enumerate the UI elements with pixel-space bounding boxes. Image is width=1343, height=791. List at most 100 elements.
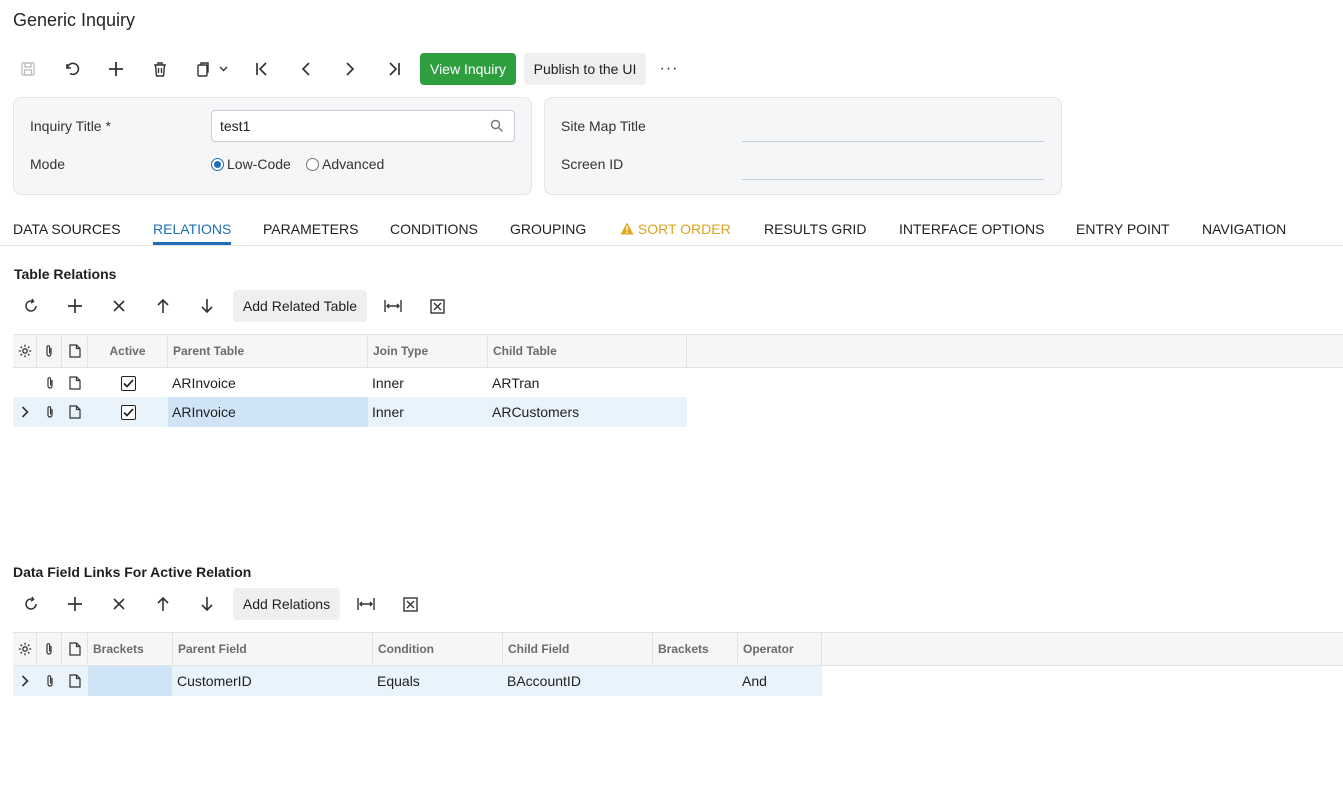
attachment-icon[interactable] [37,397,62,427]
column-child-table[interactable]: Child Table [488,335,687,367]
child-table-cell[interactable]: ARTran [488,368,687,398]
required-mark: * [105,118,111,134]
active-checkbox[interactable] [88,368,168,398]
brackets-open-cell[interactable] [88,666,172,696]
refresh-icon[interactable] [17,590,45,618]
column-brackets-close[interactable]: Brackets [653,633,738,665]
move-up-icon[interactable] [149,292,177,320]
tab-grouping[interactable]: GROUPING [510,221,586,237]
attachment-icon[interactable] [37,368,62,398]
column-parent-table[interactable]: Parent Table [168,335,368,367]
active-checkbox[interactable] [88,397,168,427]
more-actions-icon[interactable]: ··· [655,55,683,83]
site-map-title-input[interactable] [742,141,1044,142]
condition-cell[interactable]: Equals [373,666,503,696]
join-type-cell[interactable]: Inner [368,397,488,427]
move-down-icon[interactable] [193,292,221,320]
tab-parameters[interactable]: PARAMETERS [263,221,358,237]
field-links-title: Data Field Links For Active Relation [13,564,252,580]
add-row-icon[interactable] [61,292,89,320]
expand-row-icon[interactable] [13,666,37,696]
site-map-panel [544,97,1062,195]
tab-navigation[interactable]: NAVIGATION [1202,221,1286,237]
column-active[interactable]: Active [88,335,168,367]
tab-interface-options[interactable]: INTERFACE OPTIONS [899,221,1044,237]
export-excel-icon[interactable] [423,292,451,320]
column-condition[interactable]: Condition [373,633,503,665]
move-up-icon[interactable] [149,590,177,618]
table-row[interactable]: ARInvoice Inner ARCustomers [13,397,687,427]
publish-to-ui-button[interactable]: Publish to the UI [524,53,646,85]
next-record-icon[interactable] [336,55,364,83]
delete-row-icon[interactable] [105,590,133,618]
move-down-icon[interactable] [193,590,221,618]
previous-record-icon[interactable] [292,55,320,83]
table-relations-title: Table Relations [14,266,117,282]
column-brackets-open[interactable]: Brackets [88,633,173,665]
grid-settings-icon[interactable] [13,633,37,665]
attachment-icon[interactable] [37,666,62,696]
mode-advanced-label: Advanced [322,156,385,172]
parent-table-cell[interactable]: ARInvoice [168,368,368,398]
checkmark-icon [120,404,136,420]
table-row[interactable]: CustomerID Equals BAccountID And [13,666,822,696]
note-icon[interactable] [62,368,88,398]
tab-conditions[interactable]: CONDITIONS [390,221,478,237]
grid-settings-icon[interactable] [13,335,37,367]
fit-columns-icon[interactable] [352,590,380,618]
screen-id-label: Screen ID [561,156,624,172]
delete-row-icon[interactable] [105,292,133,320]
mode-advanced-radio[interactable]: Advanced [306,156,384,172]
inquiry-title-value: test1 [220,118,251,134]
view-inquiry-button[interactable]: View Inquiry [420,53,516,85]
mode-low-code-label: Low-Code [227,156,291,172]
column-child-field[interactable]: Child Field [503,633,653,665]
add-row-icon[interactable] [61,590,89,618]
delete-icon[interactable] [146,55,174,83]
child-table-cell[interactable]: ARCustomers [488,397,687,427]
export-excel-icon[interactable] [396,590,424,618]
undo-icon[interactable] [58,55,86,83]
note-icon[interactable] [62,397,88,427]
tab-relations[interactable]: RELATIONS [153,221,231,237]
tab-entry-point[interactable]: ENTRY POINT [1076,221,1170,237]
note-icon[interactable] [62,666,88,696]
column-operator[interactable]: Operator [738,633,822,665]
mode-low-code-radio[interactable]: Low-Code [211,156,291,172]
parent-table-cell[interactable]: ARInvoice [168,397,368,427]
add-icon[interactable] [102,55,130,83]
fit-columns-icon[interactable] [379,292,407,320]
expand-row-icon[interactable] [13,397,37,427]
table-row[interactable]: ARInvoice Inner ARTran [13,368,687,398]
refresh-icon[interactable] [17,292,45,320]
active-tab-indicator [153,242,231,245]
parent-field-cell[interactable]: CustomerID [173,666,373,696]
first-record-icon[interactable] [248,55,276,83]
attachment-icon [37,335,62,367]
attachment-icon [37,633,62,665]
last-record-icon[interactable] [380,55,408,83]
child-field-cell[interactable]: BAccountID [503,666,653,696]
column-parent-field[interactable]: Parent Field [173,633,373,665]
operator-cell[interactable]: And [738,666,822,696]
brackets-close-cell[interactable] [653,666,738,696]
checkmark-icon [120,375,136,391]
copy-paste-icon[interactable] [192,55,232,83]
add-related-table-button[interactable]: Add Related Table [233,290,367,322]
tab-results-grid[interactable]: RESULTS GRID [764,221,866,237]
radio-unselected-icon [306,157,319,171]
save-icon[interactable] [14,55,42,83]
inquiry-title-input[interactable]: test1 [211,110,515,142]
tabs-divider [0,245,1343,246]
join-type-cell[interactable]: Inner [368,368,488,398]
tab-data-sources[interactable]: DATA SOURCES [13,221,121,237]
tab-sort-order[interactable]: SORT ORDER [620,221,731,237]
add-relations-button[interactable]: Add Relations [233,588,340,620]
site-map-title-label: Site Map Title [561,118,646,134]
tab-sort-order-label: SORT ORDER [637,221,731,237]
relations-grid-header: Active Parent Table Join Type Child Tabl… [13,334,1343,368]
search-icon[interactable] [490,119,504,136]
screen-id-input[interactable] [742,179,1044,180]
column-join-type[interactable]: Join Type [368,335,488,367]
page-title: Generic Inquiry [13,10,136,30]
